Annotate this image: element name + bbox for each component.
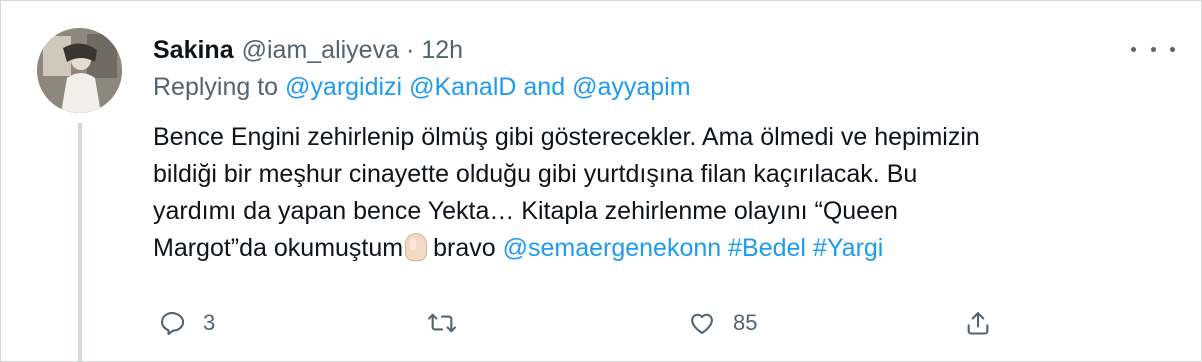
retweet-button[interactable] bbox=[425, 303, 473, 343]
tweet-header: Sakina @iam_aliyeva · 12h bbox=[153, 33, 463, 67]
like-icon bbox=[685, 306, 719, 340]
share-icon bbox=[961, 306, 995, 340]
avatar-photo bbox=[37, 28, 122, 113]
mention-link[interactable]: @ayyapim bbox=[572, 73, 690, 101]
hashtag-link[interactable]: #Bedel bbox=[728, 234, 806, 262]
display-name[interactable]: Sakina bbox=[153, 36, 234, 65]
reply-icon bbox=[155, 306, 189, 340]
share-button[interactable] bbox=[961, 303, 995, 343]
mention-link[interactable]: @yargidizi bbox=[285, 73, 402, 101]
mention-link[interactable]: @KanalD bbox=[409, 73, 516, 101]
more-icon-dot bbox=[1170, 46, 1175, 52]
tweet-text-line: Margot”da okumuştum bravo @semaergenekonn… bbox=[153, 230, 1163, 267]
replying-prefix: Replying to bbox=[153, 73, 279, 101]
tweet-text-line: bildiği bir meşhur cinayette olduğu gibi… bbox=[153, 160, 918, 188]
tweet-card[interactable]: Sakina @iam_aliyeva · 12h Replying to @y… bbox=[0, 0, 1202, 362]
separator-dot: · bbox=[406, 35, 415, 64]
tweet-text-line: Bence Engini zehirlenip ölmüş gibi göste… bbox=[153, 123, 980, 151]
pinching-hand-emoji bbox=[405, 233, 428, 261]
tweet-text-segment: Margot”da okumuştum bbox=[153, 234, 404, 262]
more-options-button[interactable] bbox=[1131, 37, 1175, 61]
more-icon-dot bbox=[1150, 46, 1156, 52]
user-handle[interactable]: @iam_aliyeva bbox=[242, 36, 399, 65]
reply-button[interactable]: 3 bbox=[155, 303, 215, 343]
action-bar: 3 85 bbox=[1, 303, 1202, 343]
timestamp[interactable]: 12h bbox=[421, 36, 463, 65]
mention-link[interactable]: @semaergenekonn bbox=[503, 234, 722, 262]
more-icon bbox=[1131, 46, 1136, 52]
tweet-text: Bence Engini zehirlenip ölmüş gibi göste… bbox=[153, 119, 1163, 267]
replying-conjunction[interactable]: and bbox=[523, 73, 565, 101]
retweet-icon bbox=[425, 306, 459, 340]
replying-to-line: Replying to @yargidizi @KanalD and @ayya… bbox=[153, 73, 691, 102]
reply-count: 3 bbox=[203, 310, 216, 335]
like-count: 85 bbox=[733, 310, 758, 335]
tweet-text-line: yardımı da yapan bence Yekta… Kitapla ze… bbox=[153, 197, 898, 225]
like-button[interactable]: 85 bbox=[685, 303, 757, 343]
avatar[interactable] bbox=[37, 28, 122, 113]
hashtag-link[interactable]: #Yargi bbox=[813, 234, 883, 262]
tweet-text-segment: bravo bbox=[433, 234, 496, 262]
